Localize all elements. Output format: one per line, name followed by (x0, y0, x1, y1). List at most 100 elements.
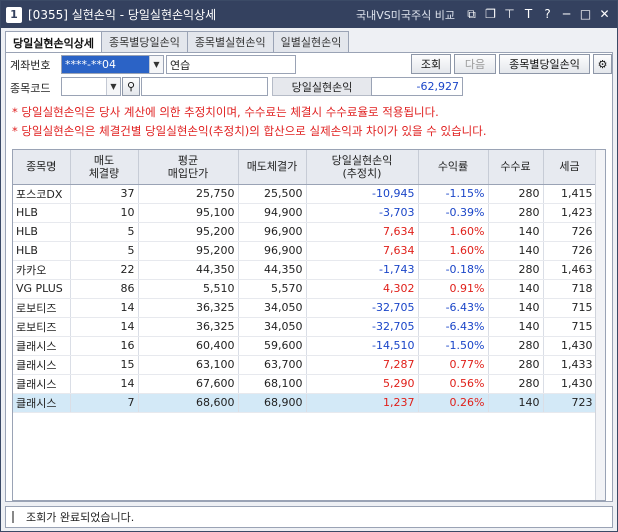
cell-tax: 723 (543, 393, 597, 413)
cell-return-rate: -1.15% (418, 184, 489, 204)
font-size-icon[interactable]: T (522, 8, 535, 21)
table-row[interactable]: 클래시스 16 60,400 59,600 -14,510 -1.50% 280 1,430 (13, 336, 597, 356)
stock-name-field (141, 77, 268, 96)
cell-fee: 280 (488, 355, 544, 375)
cell-sell-price: 34,050 (238, 317, 307, 337)
account-name-field: 연습 (166, 55, 296, 74)
cell-tax: 726 (543, 241, 597, 261)
cell-fee: 280 (488, 374, 544, 394)
cell-tax: 1,463 (543, 260, 597, 280)
column-header[interactable]: 수수료 (488, 150, 544, 185)
chevron-down-icon[interactable]: ▼ (106, 78, 120, 95)
cell-avg-buy-price: 36,325 (138, 298, 239, 318)
cell-return-rate: -1.50% (418, 336, 489, 356)
compare-link[interactable]: 국내VS미국주식 비교 (356, 7, 455, 23)
cell-realized-pnl: 4,302 (306, 279, 419, 299)
help-icon[interactable]: ? (541, 8, 554, 21)
column-header[interactable]: 종목명 (13, 150, 71, 185)
account-select[interactable]: ****-**04 ▼ (61, 55, 164, 74)
column-header[interactable]: 매도 체결량 (70, 150, 139, 185)
cell-sell-qty: 7 (70, 393, 139, 413)
cell-stock-name: HLB (13, 222, 71, 242)
table-row[interactable]: 카카오 22 44,350 44,350 -1,743 -0.18% 280 1,463 (13, 260, 597, 280)
vertical-scrollbar[interactable] (595, 150, 605, 500)
next-button[interactable]: 다음 (454, 54, 496, 74)
maximize-icon[interactable]: □ (579, 8, 592, 21)
tab-stock-realized-pnl[interactable]: 종목별실현손익 (186, 31, 274, 52)
cell-realized-pnl: -10,945 (306, 184, 419, 204)
code-input[interactable]: ▼ (61, 77, 121, 96)
profit-label: 당일실현손익 (272, 77, 372, 96)
cell-stock-name: 로보티즈 (13, 317, 71, 337)
cell-stock-name: VG PLUS (13, 279, 71, 299)
column-header[interactable]: 매도체결가 (238, 150, 307, 185)
cell-avg-buy-price: 36,325 (138, 317, 239, 337)
cell-sell-price: 25,500 (238, 184, 307, 204)
main-panel: 계좌번호 ****-**04 ▼ 연습 조회 다음 종목별당일손익 ⚙ 종목코드… (5, 52, 613, 502)
column-header[interactable]: 수익률 (418, 150, 489, 185)
cell-fee: 140 (488, 279, 544, 299)
restore-icon[interactable]: ⧉ (465, 8, 478, 21)
cell-realized-pnl: -32,705 (306, 298, 419, 318)
cell-return-rate: -6.43% (418, 317, 489, 337)
cell-return-rate: -6.43% (418, 298, 489, 318)
cell-fee: 280 (488, 184, 544, 204)
cell-avg-buy-price: 63,100 (138, 355, 239, 375)
column-header-line2: 매입단가 (167, 166, 209, 180)
cell-return-rate: 0.91% (418, 279, 489, 299)
cell-fee: 140 (488, 298, 544, 318)
stock-daily-pnl-button[interactable]: 종목별당일손익 (499, 54, 590, 74)
tab-daily-realized-pnl[interactable]: 일별실현손익 (272, 31, 350, 52)
cell-stock-name: 클래시스 (13, 374, 71, 394)
query-button[interactable]: 조회 (411, 54, 451, 74)
table-row[interactable]: 클래시스 7 68,600 68,900 1,237 0.26% 140 723 (13, 393, 597, 413)
account-label: 계좌번호 (10, 59, 51, 72)
chevron-down-icon[interactable]: ▼ (149, 56, 163, 73)
tab-realized-detail[interactable]: 당일실현손익상세 (5, 31, 102, 53)
status-message: 조회가 완료되었습니다. (26, 511, 135, 524)
cell-fee: 140 (488, 222, 544, 242)
table-header: 종목명 매도 체결량 평균 매입단가 매도체결가 당일실현손익 (추정치) 수익률 수수료 세금 (13, 150, 597, 185)
search-button[interactable]: ⚲ (122, 77, 140, 96)
table-row[interactable]: 로보티즈 14 36,325 34,050 -32,705 -6.43% 140 715 (13, 298, 597, 318)
cell-sell-qty: 37 (70, 184, 139, 204)
table-row[interactable]: HLB 5 95,200 96,900 7,634 1.60% 140 726 (13, 222, 597, 242)
cell-tax: 715 (543, 317, 597, 337)
code-label: 종목코드 (10, 82, 51, 95)
realized-pnl-grid: 종목명 매도 체결량 평균 매입단가 매도체결가 당일실현손익 (추정치) 수익률 수수료 세금 포… (12, 149, 606, 501)
copy-window-icon[interactable]: ❐ (484, 8, 497, 21)
note-difference: * 당일실현손익은 체결건별 당일실현손익(추정치)의 합산으로 실제손익과 차… (12, 124, 487, 138)
column-header-line1: 당일실현손익 (331, 153, 393, 167)
table-row[interactable]: 로보티즈 14 36,325 34,050 -32,705 -6.43% 140 715 (13, 317, 597, 337)
table-row[interactable]: HLB 10 95,100 94,900 -3,703 -0.39% 280 1,423 (13, 203, 597, 223)
cell-return-rate: 0.26% (418, 393, 489, 413)
close-icon[interactable]: ✕ (598, 8, 611, 21)
cell-return-rate: -0.39% (418, 203, 489, 223)
table-row[interactable]: HLB 5 95,200 96,900 7,634 1.60% 140 726 (13, 241, 597, 261)
column-header[interactable]: 세금 (543, 150, 597, 185)
pin-icon[interactable]: ⊤ (503, 8, 516, 21)
cell-avg-buy-price: 68,600 (138, 393, 239, 413)
cell-sell-qty: 15 (70, 355, 139, 375)
title-bar: 1 [0355] 실현손익 - 당일실현손익상세 국내VS미국주식 비교 ⧉ ❐… (1, 1, 617, 28)
table-row[interactable]: 클래시스 15 63,100 63,700 7,287 0.77% 280 1,433 (13, 355, 597, 375)
cell-stock-name: 클래시스 (13, 355, 71, 375)
cell-stock-name: 로보티즈 (13, 298, 71, 318)
cell-sell-price: 68,100 (238, 374, 307, 394)
column-header[interactable]: 당일실현손익 (추정치) (306, 150, 419, 185)
tab-stock-daily-pnl[interactable]: 종목별당일손익 (100, 31, 188, 52)
cell-avg-buy-price: 25,750 (138, 184, 239, 204)
account-value: ****-**04 (65, 58, 116, 71)
realized-pnl-table: 종목명 매도 체결량 평균 매입단가 매도체결가 당일실현손익 (추정치) 수익률 수수료 세금 포… (13, 150, 597, 413)
cell-stock-name: 카카오 (13, 260, 71, 280)
table-row[interactable]: 클래시스 14 67,600 68,100 5,290 0.56% 280 1,430 (13, 374, 597, 394)
cell-tax: 1,423 (543, 203, 597, 223)
settings-button[interactable]: ⚙ (593, 54, 612, 74)
table-row[interactable]: 포스코DX 37 25,750 25,500 -10,945 -1.15% 280 1,415 (13, 184, 597, 204)
cell-avg-buy-price: 60,400 (138, 336, 239, 356)
column-header[interactable]: 평균 매입단가 (138, 150, 239, 185)
cell-fee: 140 (488, 317, 544, 337)
minimize-icon[interactable]: ─ (560, 8, 573, 21)
table-row[interactable]: VG PLUS 86 5,510 5,570 4,302 0.91% 140 718 (13, 279, 597, 299)
column-header-line2: (추정치) (342, 166, 382, 180)
